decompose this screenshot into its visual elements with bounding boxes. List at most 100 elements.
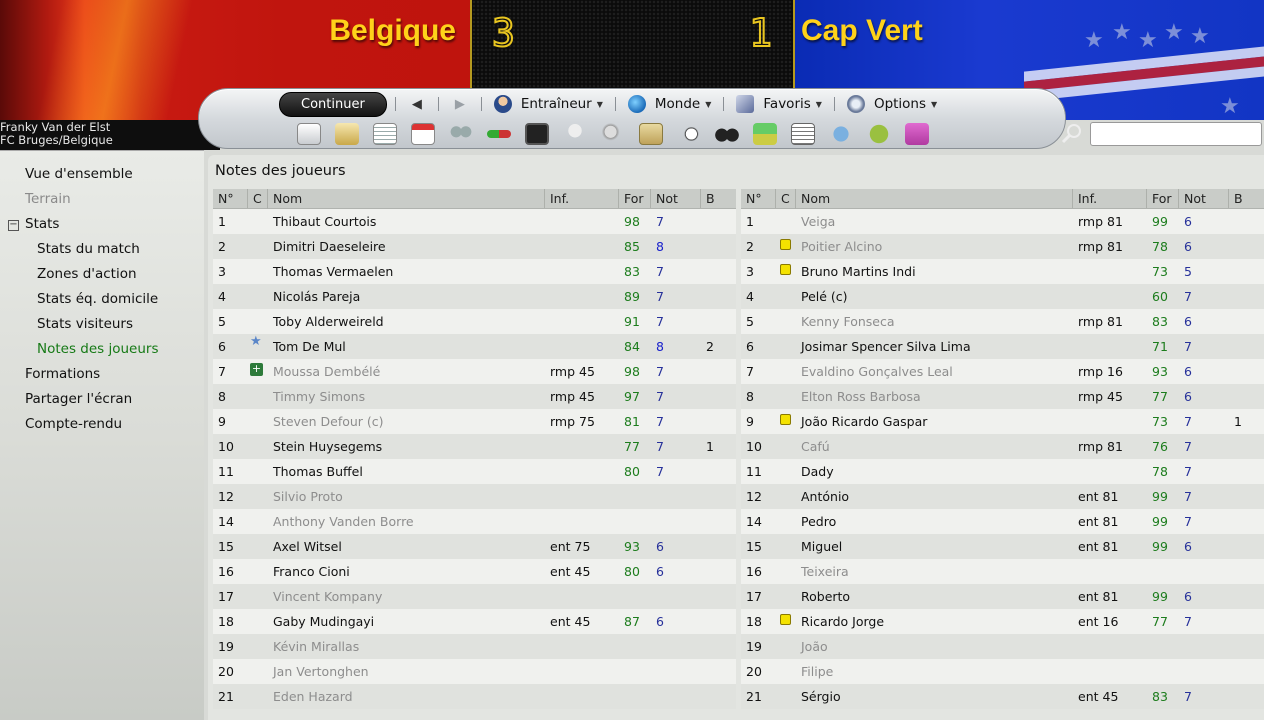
menu-entraineur[interactable]: Entraîneur ▼ <box>490 95 607 113</box>
table-row[interactable]: 8 Elton Ross Barbosa rmp 45 77 6 <box>741 384 1264 409</box>
sidebar-item-match-stats[interactable]: Stats du match <box>37 241 140 257</box>
col-header-for[interactable]: For <box>619 189 651 208</box>
inbox-icon[interactable] <box>335 123 359 145</box>
table-row[interactable]: 14 Pedro ent 81 99 7 <box>741 509 1264 534</box>
player-name[interactable]: Thomas Vermaelen <box>268 264 545 279</box>
player-name[interactable]: Dady <box>796 464 1073 479</box>
back-arrow-icon[interactable]: ◀ <box>404 97 430 112</box>
col-header-not[interactable]: Not <box>651 189 701 208</box>
player-name[interactable]: Teixeira <box>796 564 1073 579</box>
player-name[interactable]: Ricardo Jorge <box>796 614 1073 629</box>
player-name[interactable]: António <box>796 489 1073 504</box>
player-name[interactable]: Vincent Kompany <box>268 589 545 604</box>
table-row[interactable]: 3 Thomas Vermaelen 83 7 <box>213 259 736 284</box>
player-name[interactable]: Kenny Fonseca <box>796 314 1073 329</box>
table-row[interactable]: 20 Jan Vertonghen <box>213 659 736 684</box>
transfers-icon[interactable] <box>487 130 511 138</box>
search-icon[interactable] <box>1060 122 1084 146</box>
player-name[interactable]: Silvio Proto <box>268 489 545 504</box>
sidebar-item-home-stats[interactable]: Stats éq. domicile <box>37 291 158 307</box>
home-icon[interactable] <box>297 123 321 145</box>
player-name[interactable]: Steven Defour (c) <box>268 414 545 429</box>
table-row[interactable]: 7 + Moussa Dembélé rmp 45 98 7 <box>213 359 736 384</box>
report-icon[interactable] <box>791 123 815 145</box>
player-name[interactable]: Evaldino Gonçalves Leal <box>796 364 1073 379</box>
table-row[interactable]: 21 Sérgio ent 45 83 7 <box>741 684 1264 709</box>
table-row[interactable]: 18 Gaby Mudingayi ent 45 87 6 <box>213 609 736 634</box>
help-icon[interactable] <box>867 123 891 145</box>
player-name[interactable]: Jan Vertonghen <box>268 664 545 679</box>
player-name[interactable]: Kévin Mirallas <box>268 639 545 654</box>
scout-icon[interactable] <box>601 123 625 145</box>
player-name[interactable]: Nicolás Pareja <box>268 289 545 304</box>
player-name[interactable]: Tom De Mul <box>268 339 545 354</box>
trophy-icon[interactable] <box>563 123 587 145</box>
table-row[interactable]: 1 Thibaut Courtois 98 7 <box>213 209 736 234</box>
col-header-inf[interactable]: Inf. <box>545 189 619 208</box>
table-row[interactable]: 3 Bruno Martins Indi 73 5 <box>741 259 1264 284</box>
player-name[interactable]: Miguel <box>796 539 1073 554</box>
table-row[interactable]: 10 Cafú rmp 81 76 7 <box>741 434 1264 459</box>
sidebar-item-split-screen[interactable]: Partager l'écran <box>25 391 132 407</box>
col-header-name[interactable]: Nom <box>796 189 1073 208</box>
player-name[interactable]: Veiga <box>796 214 1073 229</box>
world-icon[interactable] <box>829 123 853 145</box>
table-row[interactable]: 5 Kenny Fonseca rmp 81 83 6 <box>741 309 1264 334</box>
player-name[interactable]: Pelé (c) <box>796 289 1073 304</box>
table-row[interactable]: 17 Roberto ent 81 99 6 <box>741 584 1264 609</box>
table-row[interactable]: 17 Vincent Kompany <box>213 584 736 609</box>
table-row[interactable]: 4 Nicolás Pareja 89 7 <box>213 284 736 309</box>
table-row[interactable]: 5 Toby Alderweireld 91 7 <box>213 309 736 334</box>
menu-options[interactable]: Options ▼ <box>843 95 941 113</box>
sidebar-item-stats[interactable]: Stats <box>25 216 59 232</box>
player-name[interactable]: Sérgio <box>796 689 1073 704</box>
table-row[interactable]: 4 Pelé (c) 60 7 <box>741 284 1264 309</box>
player-name[interactable]: Gaby Mudingayi <box>268 614 545 629</box>
continue-button[interactable]: Continuer <box>279 91 387 117</box>
col-header-name[interactable]: Nom <box>268 189 545 208</box>
player-name[interactable]: Thibaut Courtois <box>268 214 545 229</box>
sidebar-item-overview[interactable]: Vue d'ensemble <box>25 166 133 182</box>
col-header-for[interactable]: For <box>1147 189 1179 208</box>
table-row[interactable]: 2 Dimitri Daeseleire 85 8 <box>213 234 736 259</box>
player-name[interactable]: João Ricardo Gaspar <box>796 414 1073 429</box>
news-icon[interactable] <box>373 123 397 145</box>
player-name[interactable]: Axel Witsel <box>268 539 545 554</box>
search-input[interactable] <box>1090 122 1262 146</box>
player-name[interactable]: Poitier Alcino <box>796 239 1073 254</box>
col-header-inf[interactable]: Inf. <box>1073 189 1147 208</box>
player-name[interactable]: Filipe <box>796 664 1073 679</box>
player-name[interactable]: Dimitri Daeseleire <box>268 239 545 254</box>
table-row[interactable]: 12 Silvio Proto <box>213 484 736 509</box>
table-row[interactable]: 20 Filipe <box>741 659 1264 684</box>
player-name[interactable]: Roberto <box>796 589 1073 604</box>
table-row[interactable]: 16 Teixeira <box>741 559 1264 584</box>
table-row[interactable]: 2 Poitier Alcino rmp 81 78 6 <box>741 234 1264 259</box>
col-header-c[interactable]: C <box>776 189 796 209</box>
table-row[interactable]: 19 Kévin Mirallas <box>213 634 736 659</box>
sidebar-item-away-stats[interactable]: Stats visiteurs <box>37 316 133 332</box>
table-row[interactable]: 8 Timmy Simons rmp 45 97 7 <box>213 384 736 409</box>
manager-info[interactable]: Franky Van der Elst FC Bruges/Belgique <box>0 120 220 150</box>
table-row[interactable]: 11 Dady 78 7 <box>741 459 1264 484</box>
player-name[interactable]: Stein Huysegems <box>268 439 545 454</box>
player-name[interactable]: Cafú <box>796 439 1073 454</box>
table-row[interactable]: 9 João Ricardo Gaspar 73 7 1 <box>741 409 1264 434</box>
about-icon[interactable] <box>905 123 929 145</box>
table-row[interactable]: 7 Evaldino Gonçalves Leal rmp 16 93 6 <box>741 359 1264 384</box>
menu-monde[interactable]: Monde ▼ <box>624 95 716 113</box>
col-header-b[interactable]: B <box>1229 189 1264 208</box>
player-name[interactable]: Franco Cioni <box>268 564 545 579</box>
table-row[interactable]: 6 Josimar Spencer Silva Lima 71 7 <box>741 334 1264 359</box>
table-row[interactable]: 10 Stein Huysegems 77 7 1 <box>213 434 736 459</box>
table-row[interactable]: 21 Eden Hazard <box>213 684 736 709</box>
finances-icon[interactable] <box>753 123 777 145</box>
player-name[interactable]: Timmy Simons <box>268 389 545 404</box>
col-header-not[interactable]: Not <box>1179 189 1229 208</box>
player-name[interactable]: Josimar Spencer Silva Lima <box>796 339 1073 354</box>
table-row[interactable]: 11 Thomas Buffel 80 7 <box>213 459 736 484</box>
sidebar-item-action-zones[interactable]: Zones d'action <box>37 266 137 282</box>
player-name[interactable]: Elton Ross Barbosa <box>796 389 1073 404</box>
player-name[interactable]: Bruno Martins Indi <box>796 264 1073 279</box>
player-name[interactable]: João <box>796 639 1073 654</box>
